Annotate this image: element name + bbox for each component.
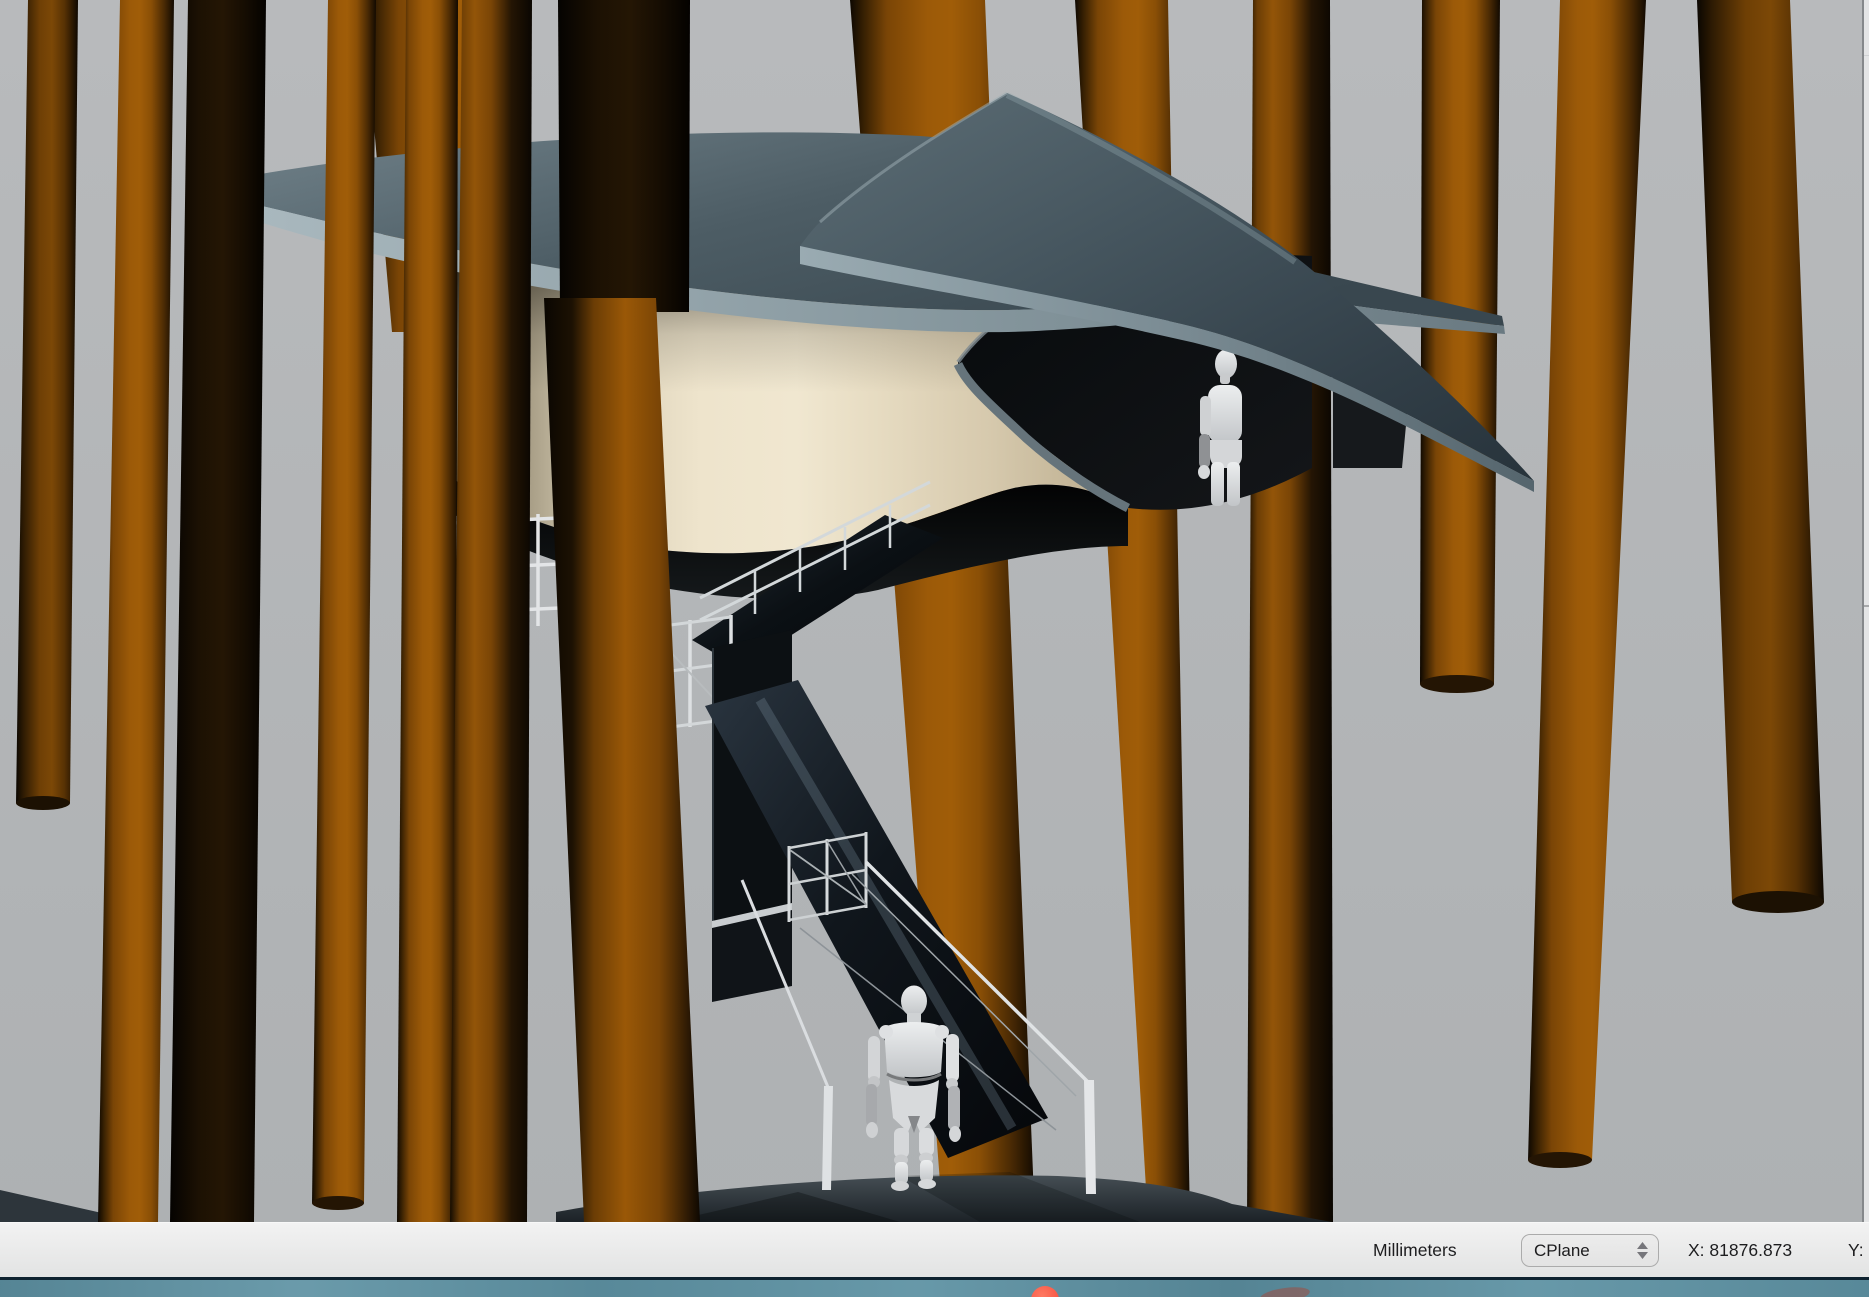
- mannequin-arm: [1200, 396, 1211, 436]
- mannequin-shoulder: [879, 1025, 893, 1039]
- cad-application-window: Millimeters CPlane X: 81876.873 Y:: [0, 0, 1869, 1297]
- trunk-end: [1732, 891, 1824, 913]
- railing-post: [1084, 1080, 1096, 1194]
- tree-trunk[interactable]: [397, 0, 458, 1222]
- red-dot[interactable]: [1031, 1286, 1059, 1297]
- mannequin-neck: [907, 1013, 921, 1023]
- panel-divider[interactable]: [1864, 605, 1869, 607]
- side-panel-edge[interactable]: [1862, 0, 1869, 1222]
- trunk-end: [312, 1196, 364, 1210]
- mannequin-hand: [949, 1126, 961, 1142]
- tree-trunk[interactable]: [450, 0, 532, 1222]
- coordinate-x-readout: X: 81876.873: [1688, 1223, 1792, 1278]
- mannequin-thigh: [919, 1128, 934, 1156]
- cplane-popup[interactable]: CPlane: [1521, 1234, 1659, 1267]
- trunk-end: [16, 796, 70, 810]
- trunk-end: [1420, 675, 1494, 693]
- mannequin-leg: [1227, 462, 1240, 506]
- mannequin-neck: [1220, 374, 1230, 384]
- status-bar: Millimeters CPlane X: 81876.873 Y:: [0, 1222, 1869, 1278]
- tree-trunk[interactable]: [558, 0, 690, 312]
- tree-trunk[interactable]: [1247, 0, 1333, 1222]
- mannequin-foot: [891, 1181, 909, 1191]
- mannequin-arm: [868, 1036, 880, 1082]
- mannequin-forearm: [948, 1086, 960, 1130]
- mannequin-torso: [1208, 385, 1242, 443]
- red-smudge: [1259, 1285, 1310, 1297]
- mannequin-forearm: [866, 1084, 877, 1126]
- tree-trunk[interactable]: [1420, 0, 1500, 684]
- coordinate-y-label: Y:: [1848, 1223, 1864, 1278]
- background-window-strip[interactable]: [0, 1280, 1869, 1297]
- mannequin-forearm: [1199, 434, 1210, 468]
- viewport-3d[interactable]: [0, 0, 1869, 1222]
- mannequin-arm: [946, 1034, 959, 1082]
- chevron-up-down-icon: [1637, 1242, 1648, 1259]
- cplane-popup-label: CPlane: [1534, 1241, 1637, 1261]
- trunk-end: [1528, 1152, 1592, 1168]
- mannequin-hand: [1198, 465, 1210, 479]
- mannequin-torso: [884, 1022, 944, 1077]
- mannequin-hand: [866, 1122, 878, 1138]
- mannequin-foot: [918, 1179, 936, 1189]
- mannequin-head: [901, 986, 927, 1017]
- mannequin-calf: [920, 1160, 933, 1182]
- mannequin-thigh: [894, 1128, 909, 1158]
- mannequin-leg: [1211, 462, 1224, 506]
- tree-trunks-front[interactable]: [16, 0, 700, 1222]
- coordinate-x-label: X:: [1688, 1240, 1705, 1260]
- coordinate-x-value: 81876.873: [1709, 1240, 1792, 1260]
- mannequin-calf: [895, 1162, 908, 1184]
- panel-divider: [1864, 55, 1869, 56]
- units-label[interactable]: Millimeters: [1373, 1223, 1457, 1278]
